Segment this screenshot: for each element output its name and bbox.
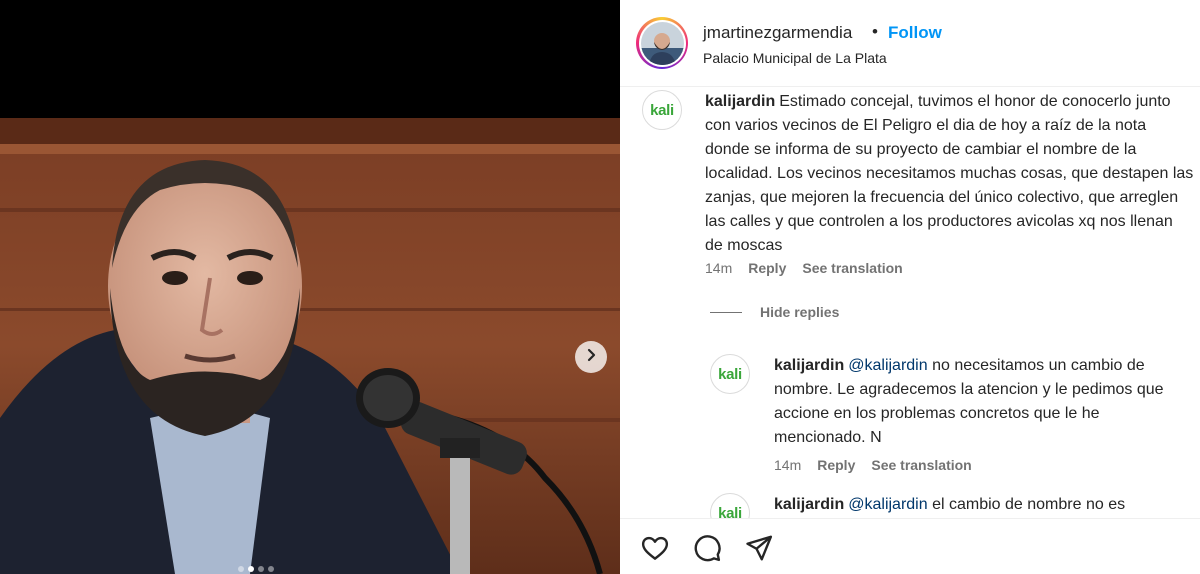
comment-body: kalijardin Estimado concejal, tuvimos el … <box>705 90 1195 258</box>
reply-mention[interactable]: @kalijardin <box>848 357 927 374</box>
post-media <box>0 0 620 574</box>
avatar-photo <box>640 21 684 65</box>
reply-body: kalijardin @kalijardin el cambio de nombr… <box>774 493 1194 517</box>
reply-body: kalijardin @kalijardin no necesitamos un … <box>774 354 1194 450</box>
reply-mention[interactable]: @kalijardin <box>848 496 927 513</box>
follow-button[interactable]: Follow <box>888 23 942 43</box>
carousel-dot <box>258 566 264 572</box>
reply-time: 14m <box>774 457 802 473</box>
post-header: jmartinezgarmendia • Follow Palacio Muni… <box>620 0 1200 87</box>
heart-icon[interactable] <box>640 533 670 563</box>
avatar-logo-text: kali <box>650 101 674 119</box>
reply-avatar[interactable]: kali <box>710 354 750 394</box>
hide-replies-button[interactable]: Hide replies <box>710 304 839 320</box>
carousel-dot <box>238 566 244 572</box>
comment-icon[interactable] <box>692 533 722 563</box>
carousel-indicator <box>238 566 274 572</box>
see-translation-button[interactable]: See translation <box>802 260 902 276</box>
reply-username[interactable]: kalijardin <box>774 357 844 374</box>
carousel-dot-active <box>248 566 254 572</box>
post-location[interactable]: Palacio Municipal de La Plata <box>703 50 887 66</box>
hide-replies-label: Hide replies <box>760 304 840 320</box>
post-sidebar: jmartinezgarmendia • Follow Palacio Muni… <box>620 0 1200 574</box>
carousel-next-button[interactable] <box>575 341 607 373</box>
owner-avatar[interactable] <box>636 17 688 69</box>
comment-time: 14m <box>705 260 733 276</box>
post-actions-bar <box>620 518 1200 574</box>
share-icon[interactable] <box>744 533 774 563</box>
reply-avatar[interactable]: kali <box>710 493 750 518</box>
reply-button[interactable]: Reply <box>817 457 855 473</box>
separator-dot: • <box>872 22 878 41</box>
avatar-logo-text: kali <box>718 504 742 519</box>
post-photo <box>0 118 620 574</box>
post-owner-username[interactable]: jmartinezgarmendia <box>703 23 852 43</box>
replies-divider <box>710 311 742 313</box>
commenter-avatar[interactable]: kali <box>642 90 682 130</box>
comment-username[interactable]: kalijardin <box>705 93 775 110</box>
carousel-dot <box>268 566 274 572</box>
avatar-logo-text: kali <box>718 365 742 383</box>
see-translation-button[interactable]: See translation <box>871 457 971 473</box>
comment-text: Estimado concejal, tuvimos el honor de c… <box>705 93 1194 254</box>
reply-button[interactable]: Reply <box>748 260 786 276</box>
reply-text: el cambio de nombre no es <box>932 496 1126 513</box>
reply-meta: 14m Reply See translation <box>774 457 972 473</box>
comments-list[interactable]: kali kalijardin Estimado concejal, tuvimo… <box>620 88 1200 518</box>
reply-username[interactable]: kalijardin <box>774 496 844 513</box>
comment-meta: 14m Reply See translation <box>705 260 903 276</box>
chevron-right-icon <box>584 348 598 367</box>
